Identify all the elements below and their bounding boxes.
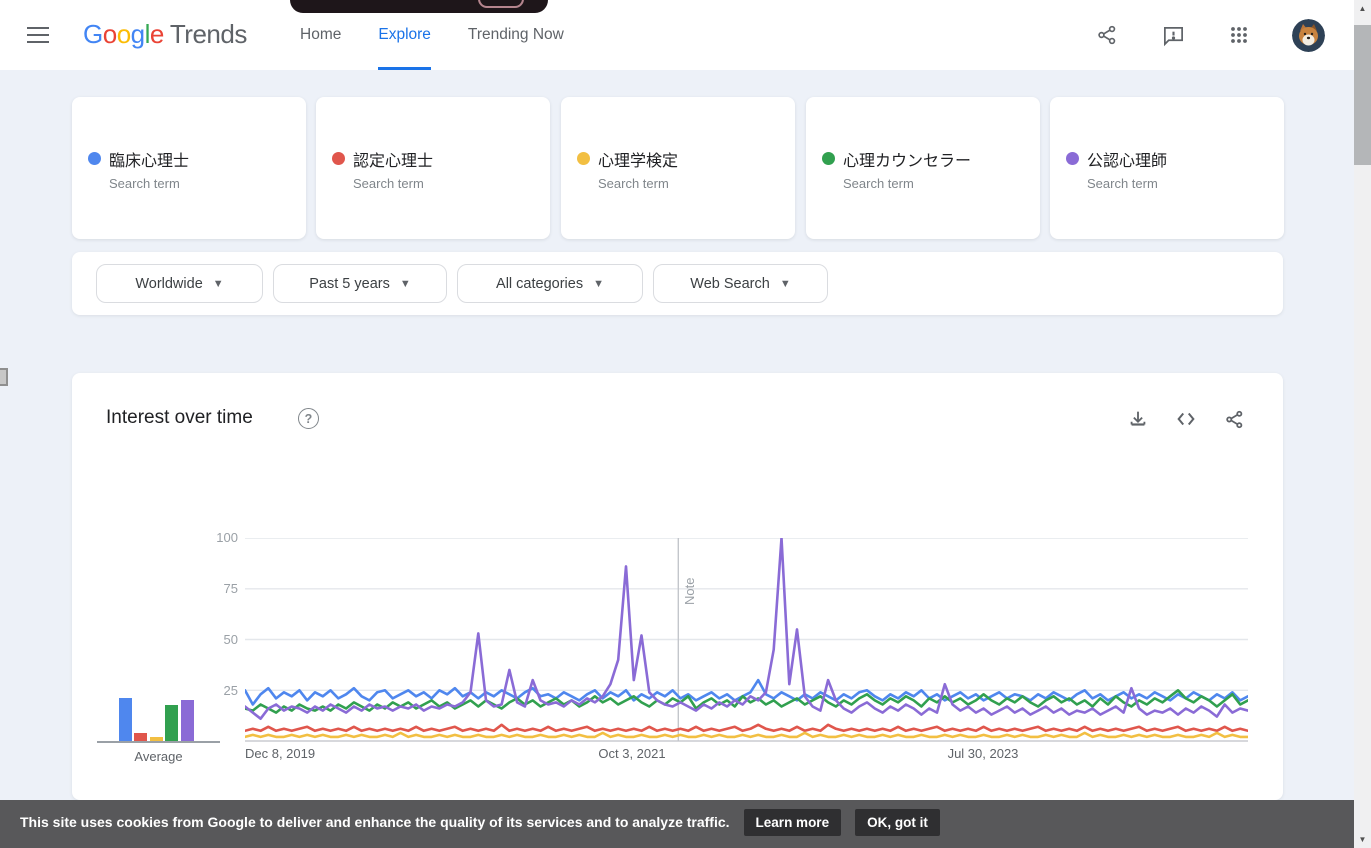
google-apps-icon[interactable] xyxy=(1226,22,1252,48)
note-marker-label[interactable]: Note xyxy=(682,578,697,605)
term-subtitle: Search term xyxy=(353,176,424,191)
vertical-scrollbar[interactable]: ▲ ▼ xyxy=(1354,0,1371,848)
term-label: 公認心理師 xyxy=(1087,147,1167,171)
x-tick: Jul 30, 2023 xyxy=(948,746,1019,761)
nav-icon-group xyxy=(1094,0,1325,70)
filter-region[interactable]: Worldwide ▼ xyxy=(96,264,263,303)
help-icon[interactable]: ? xyxy=(298,408,319,429)
series-color-dot xyxy=(577,152,590,165)
chevron-down-icon: ▼ xyxy=(593,278,604,290)
interest-over-time-widget: Interest over time ? 100 75 50 25 Note D… xyxy=(72,373,1283,800)
scrollbar-thumb[interactable] xyxy=(1354,25,1371,165)
filter-category-value: All categories xyxy=(496,276,583,292)
filter-category[interactable]: All categories ▼ xyxy=(457,264,643,303)
average-bar xyxy=(165,705,178,742)
chevron-down-icon: ▼ xyxy=(400,278,411,290)
cookie-message: This site uses cookies from Google to de… xyxy=(20,809,730,836)
dismissed-toast-remnant xyxy=(290,0,548,13)
edge-scroll-artifact xyxy=(0,368,8,386)
filter-region-value: Worldwide xyxy=(135,276,202,292)
chart-toolbar xyxy=(1125,406,1247,432)
series-color-dot xyxy=(332,152,345,165)
share-icon[interactable] xyxy=(1221,406,1247,432)
series-color-dot xyxy=(88,152,101,165)
chevron-down-icon: ▼ xyxy=(213,278,224,290)
download-icon[interactable] xyxy=(1125,406,1151,432)
term-label: 心理学検定 xyxy=(598,147,678,171)
average-mini-chart xyxy=(97,538,227,742)
account-avatar[interactable] xyxy=(1292,19,1325,52)
filter-search-type-value: Web Search xyxy=(690,276,770,292)
series-color-dot xyxy=(1066,152,1079,165)
top-navigation-bar: GoogleTrends Home Explore Trending Now xyxy=(0,0,1371,70)
scroll-down-arrow-icon[interactable]: ▼ xyxy=(1354,831,1371,848)
feedback-icon[interactable] xyxy=(1160,22,1186,48)
trend-chart-plot-area[interactable] xyxy=(245,538,1248,742)
embed-icon[interactable] xyxy=(1173,406,1199,432)
average-bar xyxy=(134,733,147,741)
scroll-up-arrow-icon[interactable]: ▲ xyxy=(1354,0,1371,17)
share-icon[interactable] xyxy=(1094,22,1120,48)
learn-more-button[interactable]: Learn more xyxy=(744,809,842,836)
average-label: Average xyxy=(97,749,220,764)
filter-time-range[interactable]: Past 5 years ▼ xyxy=(273,264,447,303)
term-subtitle: Search term xyxy=(598,176,669,191)
google-trends-logo[interactable]: GoogleTrends xyxy=(83,19,247,50)
logo-trends-word: Trends xyxy=(170,19,247,49)
toast-button-outline xyxy=(478,0,524,8)
term-subtitle: Search term xyxy=(109,176,180,191)
term-card-2[interactable]: 認定心理士 Search term xyxy=(316,97,550,239)
term-card-3[interactable]: 心理学検定 Search term xyxy=(561,97,795,239)
term-card-1[interactable]: 臨床心理士 Search term xyxy=(72,97,306,239)
term-subtitle: Search term xyxy=(1087,176,1158,191)
term-card-4[interactable]: 心理カウンセラー Search term xyxy=(806,97,1040,239)
term-label: 臨床心理士 xyxy=(109,147,189,171)
chevron-down-icon: ▼ xyxy=(780,278,791,290)
filter-time-value: Past 5 years xyxy=(309,276,390,292)
average-bar xyxy=(119,698,132,741)
series-color-dot xyxy=(822,152,835,165)
logo-google-word: Google xyxy=(83,19,164,49)
ok-got-it-button[interactable]: OK, got it xyxy=(855,809,940,836)
average-bar xyxy=(181,700,194,741)
cookie-consent-banner: This site uses cookies from Google to de… xyxy=(0,800,1354,848)
filter-bar: Worldwide ▼ Past 5 years ▼ All categories ▼… xyxy=(72,252,1283,315)
x-tick: Oct 3, 2021 xyxy=(598,746,665,761)
x-tick: Dec 8, 2019 xyxy=(245,746,315,761)
term-subtitle: Search term xyxy=(843,176,914,191)
menu-icon[interactable] xyxy=(27,27,49,43)
term-label: 認定心理士 xyxy=(353,147,433,171)
term-label: 心理カウンセラー xyxy=(843,147,971,171)
term-card-5[interactable]: 公認心理師 Search term xyxy=(1050,97,1284,239)
average-axis-line xyxy=(97,741,220,743)
filter-search-type[interactable]: Web Search ▼ xyxy=(653,264,828,303)
widget-title: Interest over time xyxy=(106,407,253,429)
